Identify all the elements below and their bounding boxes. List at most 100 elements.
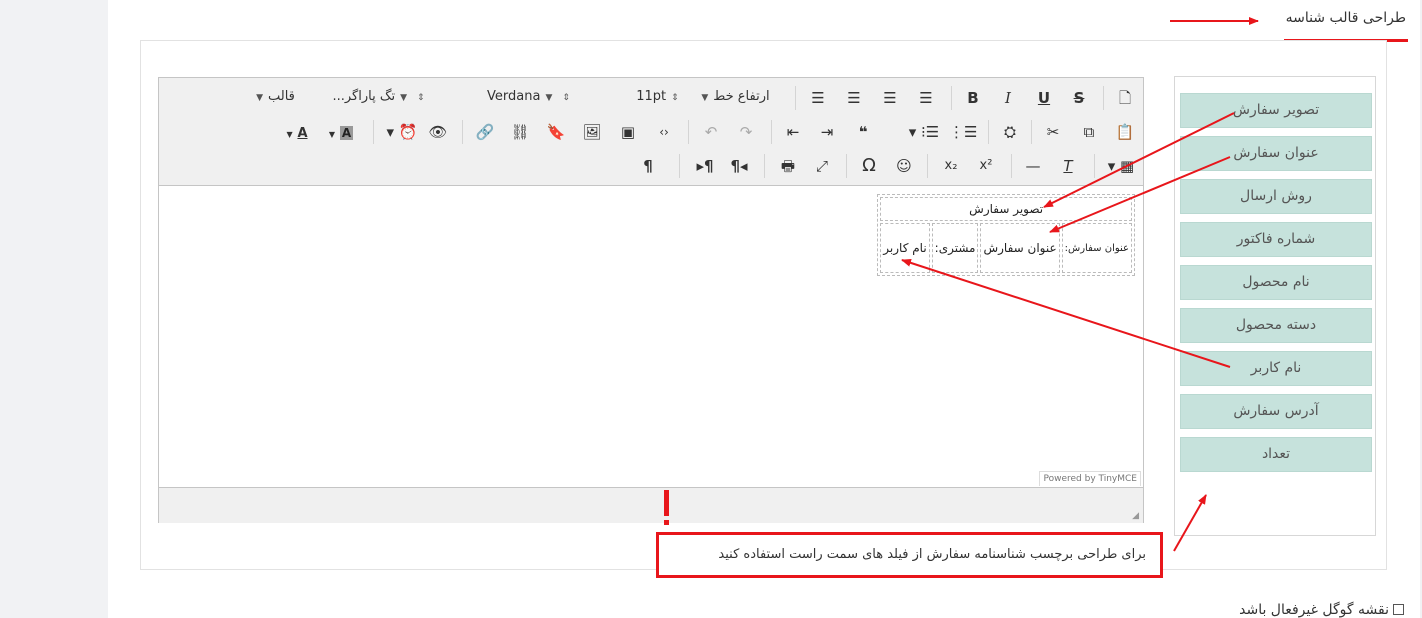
updown-icon: ⇕ bbox=[562, 93, 570, 103]
new-document-icon[interactable]: 🗋 bbox=[1113, 87, 1137, 109]
insert-time-dropdown-icon[interactable]: ▾ ⏰ bbox=[383, 121, 421, 143]
toolbar-separator bbox=[771, 120, 772, 144]
customer-caption[interactable]: مشتری: bbox=[931, 223, 979, 273]
editor-statusbar: ◢ bbox=[159, 487, 1143, 523]
toolbar-separator bbox=[951, 86, 952, 110]
powered-by-tinymce: Powered by TinyMCE bbox=[1039, 471, 1141, 486]
indent-icon[interactable]: ⇥ bbox=[815, 121, 839, 143]
rich-text-editor[interactable]: 🗋 S U I B ☰ ☰ ☰ ☰ ارتفاع خط ▼ ⇕ 11pt ⇕ ▼ Ver… bbox=[158, 77, 1144, 523]
rtl-direction-icon[interactable]: ¶◂ bbox=[727, 155, 751, 177]
italic-button[interactable]: I bbox=[996, 87, 1020, 109]
field-quantity-button[interactable]: تعداد bbox=[1180, 437, 1372, 472]
emoticons-smile-icon[interactable]: ☺ bbox=[892, 155, 916, 177]
exclamation-mark-annotation bbox=[664, 490, 669, 526]
order-title-caption[interactable]: عنوان سفارش: bbox=[1061, 223, 1132, 273]
paragraph-tag-label: تگ پاراگر... bbox=[332, 89, 396, 104]
google-map-disabled-option[interactable]: نقشه گوگل غیرفعال باشد bbox=[1239, 601, 1404, 618]
font-family-dropdown[interactable]: ⇕ ▼ Verdana bbox=[475, 86, 587, 108]
toolbar-separator bbox=[679, 154, 680, 178]
dropdown-arrow-icon: ▼ bbox=[545, 93, 553, 103]
bold-button[interactable]: B bbox=[961, 87, 985, 109]
field-product-name-button[interactable]: نام محصول bbox=[1180, 265, 1372, 300]
numbered-list-icon[interactable]: ⋮☰ bbox=[949, 121, 977, 143]
field-order-image-button[interactable]: تصویر سفارش bbox=[1180, 93, 1372, 128]
font-family-value: Verdana bbox=[487, 89, 541, 104]
show-blocks-button[interactable]: ¶ bbox=[636, 155, 660, 177]
preview-eye-icon[interactable]: 👁 bbox=[426, 121, 450, 143]
toolbar-separator bbox=[1031, 120, 1032, 144]
redo-icon[interactable]: ↷ bbox=[734, 121, 758, 143]
link-icon[interactable]: 🔗 bbox=[473, 121, 497, 143]
anchor-bookmark-icon[interactable]: 🔖 bbox=[544, 121, 568, 143]
copy-icon[interactable]: ⧉ bbox=[1077, 121, 1101, 143]
unlink-icon[interactable]: ⛓ bbox=[508, 121, 532, 143]
toolbar-separator bbox=[1094, 154, 1095, 178]
label-template-table[interactable]: تصویر سفارش عنوان سفارش: عنوان سفارش مشت… bbox=[877, 194, 1135, 276]
google-map-checkbox-label: نقشه گوگل غیرفعال باشد bbox=[1239, 601, 1389, 618]
exclamation-bar bbox=[664, 490, 669, 516]
google-map-checkbox[interactable] bbox=[1393, 604, 1404, 615]
print-icon[interactable]: 🖶 bbox=[776, 155, 800, 177]
hint-text: برای طراحی برچسب شناسنامه سفارش از فیلد … bbox=[718, 547, 1146, 562]
resize-grip-icon[interactable]: ◢ bbox=[1132, 511, 1139, 521]
toolbar-separator bbox=[373, 120, 374, 144]
field-invoice-number-button[interactable]: شماره فاکتور bbox=[1180, 222, 1372, 257]
bg-color-icon: A bbox=[339, 126, 354, 140]
editor-toolbar: 🗋 S U I B ☰ ☰ ☰ ☰ ارتفاع خط ▼ ⇕ 11pt ⇕ ▼ Ver… bbox=[159, 78, 1143, 186]
field-username-button[interactable]: نام کاربر bbox=[1180, 351, 1372, 386]
font-size-dropdown[interactable]: ⇕ 11pt bbox=[625, 86, 695, 108]
field-product-category-button[interactable]: دسته محصول bbox=[1180, 308, 1372, 343]
dropdown-arrow-icon: ▼ bbox=[400, 93, 407, 103]
special-character-button[interactable]: Ω bbox=[857, 155, 881, 177]
toolbar-separator bbox=[795, 86, 796, 110]
order-image-placeholder[interactable]: تصویر سفارش bbox=[880, 197, 1132, 221]
align-center-icon[interactable]: ☰ bbox=[842, 87, 866, 109]
align-right-icon[interactable]: ☰ bbox=[878, 87, 902, 109]
updown-icon: ⇕ bbox=[417, 93, 425, 103]
toolbar-separator bbox=[846, 154, 847, 178]
toolbar-separator bbox=[764, 154, 765, 178]
exclamation-dot bbox=[664, 520, 669, 525]
toolbar-separator bbox=[988, 120, 989, 144]
clear-formatting-icon[interactable]: T bbox=[1056, 155, 1080, 177]
undo-icon[interactable]: ↶ bbox=[699, 121, 723, 143]
superscript-button[interactable]: x² bbox=[974, 155, 998, 177]
strikethrough-button[interactable]: S bbox=[1067, 87, 1091, 109]
editor-content-area[interactable]: تصویر سفارش عنوان سفارش: عنوان سفارش مشت… bbox=[159, 186, 1143, 486]
image-icon[interactable]: 🖼 bbox=[580, 121, 604, 143]
username-placeholder[interactable]: نام کاربر bbox=[880, 223, 930, 273]
table-dropdown-icon[interactable]: ▾ ▦ bbox=[1103, 155, 1139, 177]
media-icon[interactable]: ▣ bbox=[616, 121, 640, 143]
underline-button[interactable]: U bbox=[1032, 87, 1056, 109]
dropdown-arrow-icon: ▼ bbox=[286, 130, 293, 139]
updown-icon: ⇕ bbox=[671, 93, 679, 103]
field-order-address-button[interactable]: آدرس سفارش bbox=[1180, 394, 1372, 429]
dropdown-arrow-icon: ▼ bbox=[328, 130, 336, 139]
bullet-list-dropdown-icon[interactable]: ▾ ⁝☰ bbox=[905, 121, 943, 143]
field-order-title-button[interactable]: عنوان سفارش bbox=[1180, 136, 1372, 171]
blockquote-button[interactable]: ❝ bbox=[851, 121, 875, 143]
text-color-icon: A bbox=[297, 126, 308, 141]
fullscreen-icon[interactable]: ⤢ bbox=[810, 155, 834, 177]
toolbar-separator bbox=[1103, 86, 1104, 110]
align-justify-icon[interactable]: ☰ bbox=[914, 87, 938, 109]
order-title-placeholder[interactable]: عنوان سفارش bbox=[980, 223, 1060, 273]
dropdown-arrow-icon: ▼ bbox=[701, 93, 709, 103]
paragraph-tag-dropdown[interactable]: ⇕ ▼ تگ پاراگر... bbox=[305, 86, 457, 108]
paste-icon[interactable]: 📋 bbox=[1113, 121, 1137, 143]
text-color-dropdown[interactable]: ▼ A bbox=[277, 121, 317, 143]
background-color-dropdown[interactable]: ▼ A bbox=[321, 121, 361, 143]
code-icon[interactable]: ‹› bbox=[652, 121, 676, 143]
find-binoculars-icon[interactable]: ⛭ bbox=[998, 121, 1022, 143]
field-shipping-method-button[interactable]: روش ارسال bbox=[1180, 179, 1372, 214]
toolbar-separator bbox=[927, 154, 928, 178]
cut-icon[interactable]: ✂ bbox=[1041, 121, 1065, 143]
subscript-button[interactable]: x₂ bbox=[939, 155, 963, 177]
align-left-icon[interactable]: ☰ bbox=[806, 87, 830, 109]
ltr-direction-icon[interactable]: ▸¶ bbox=[693, 155, 717, 177]
left-gutter bbox=[0, 0, 108, 618]
toolbar-separator bbox=[1011, 154, 1012, 178]
outdent-icon[interactable]: ⇤ bbox=[781, 121, 805, 143]
template-dropdown[interactable]: قالب ▼ bbox=[245, 86, 301, 108]
horizontal-rule-icon[interactable]: — bbox=[1021, 155, 1045, 177]
